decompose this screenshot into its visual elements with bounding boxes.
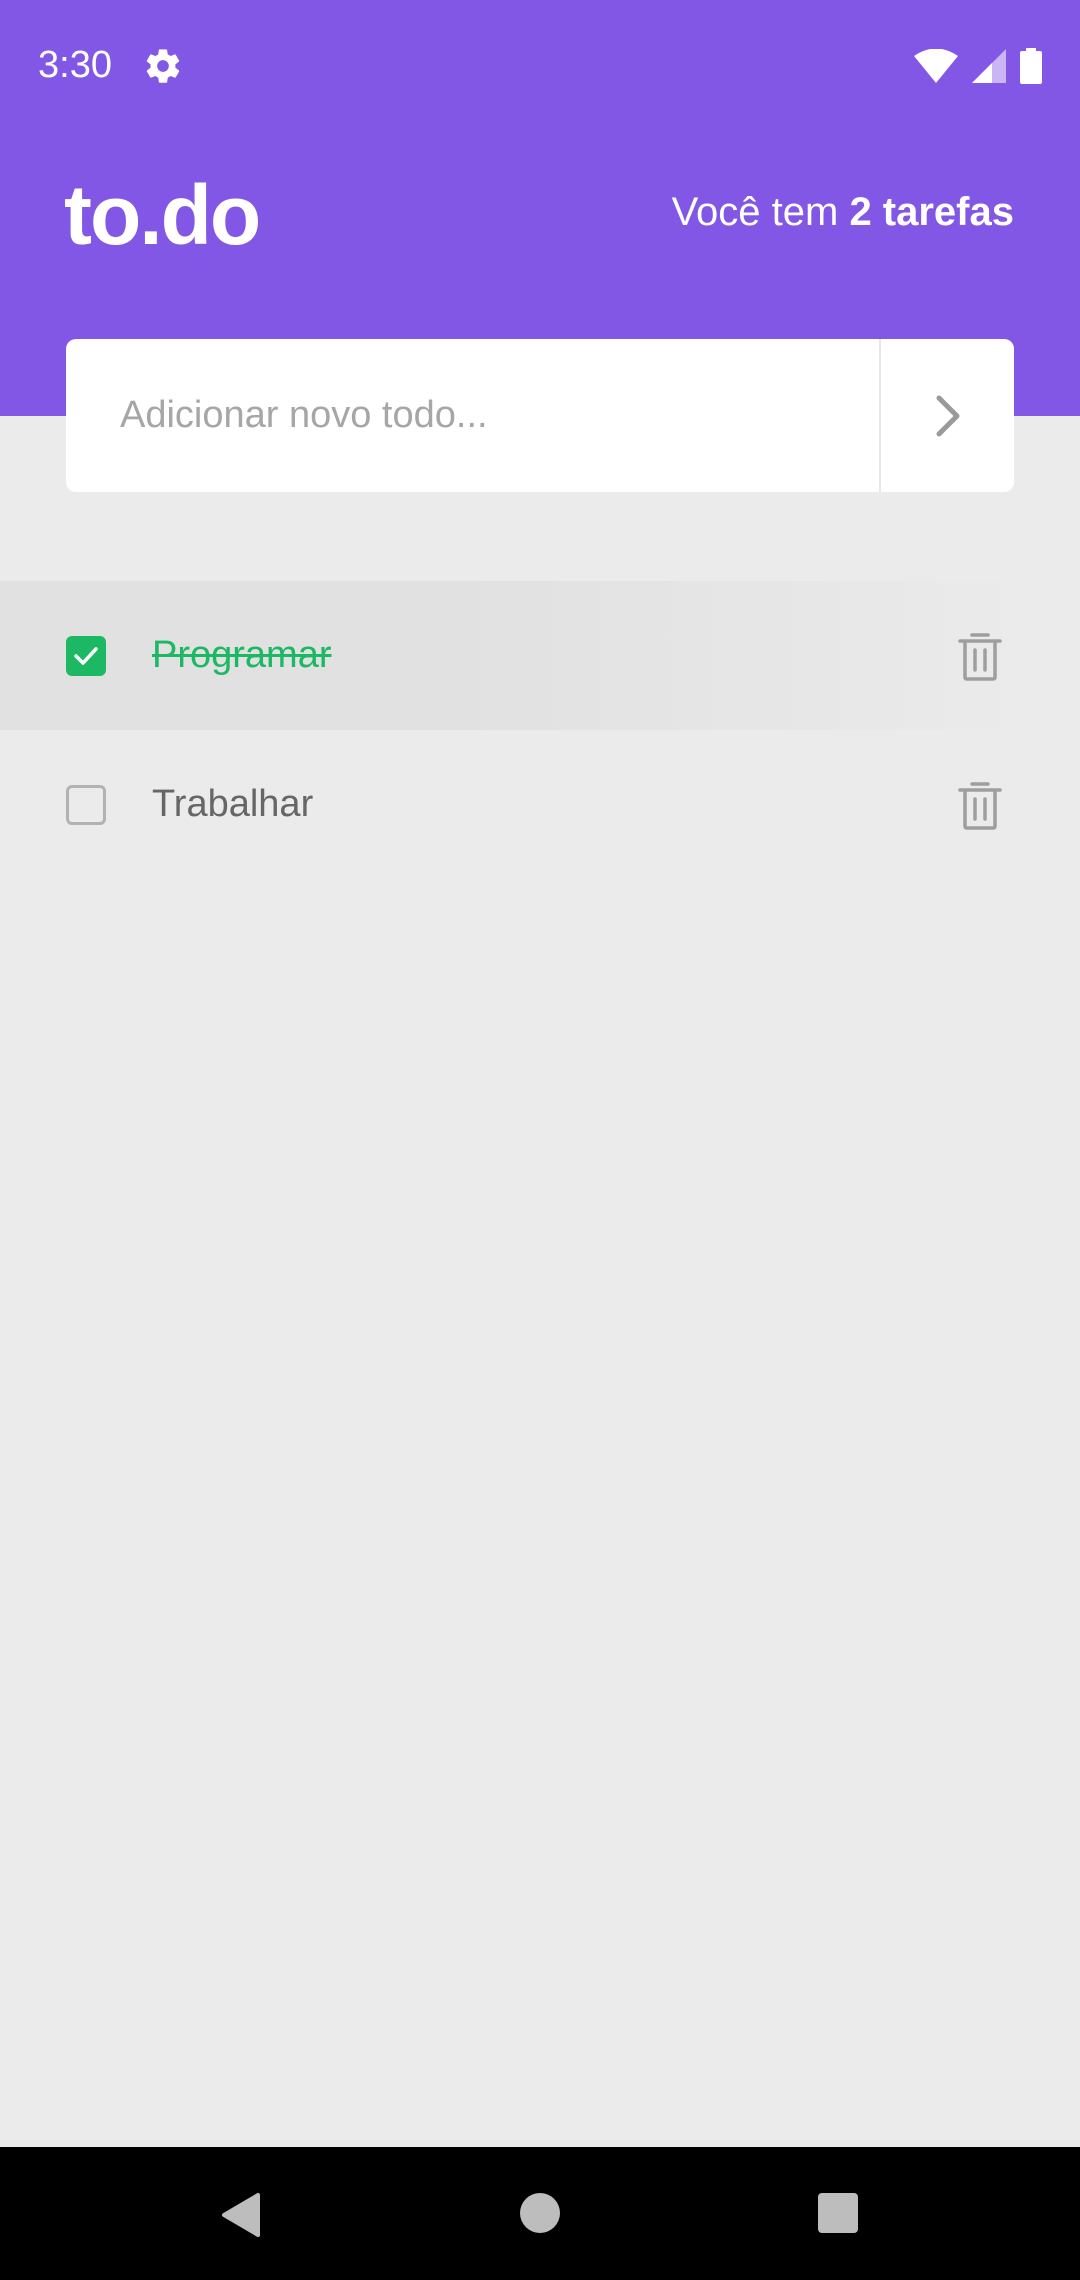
task-row[interactable]: Trabalhar (0, 730, 1024, 879)
status-time: 3:30 (38, 44, 112, 86)
wifi-icon (914, 49, 958, 83)
task-counter-value: 2 tarefas (849, 190, 1014, 234)
add-todo-button[interactable] (879, 339, 1014, 492)
task-counter: Você tem 2 tarefas (672, 190, 1014, 235)
status-bar: 3:30 (0, 0, 1080, 136)
task-checkbox-checked[interactable] (66, 635, 106, 676)
gear-icon (146, 49, 180, 83)
navigation-bar (0, 2147, 1080, 2280)
task-label: Programar (152, 634, 332, 676)
back-icon[interactable] (218, 2191, 262, 2239)
new-todo-form (66, 339, 1014, 492)
signal-icon (972, 49, 1006, 83)
app-logo: to.do (64, 168, 261, 262)
battery-icon (1020, 48, 1042, 84)
checkmark-icon (74, 646, 98, 665)
chevron-right-icon (936, 395, 959, 436)
task-counter-prefix: Você tem (671, 190, 850, 234)
system-icons (914, 46, 1042, 86)
task-row[interactable]: Programar (0, 581, 1024, 730)
recents-icon[interactable] (818, 2193, 858, 2233)
task-checkbox[interactable] (66, 784, 106, 825)
home-icon[interactable] (520, 2193, 560, 2233)
task-label: Trabalhar (152, 783, 314, 825)
new-todo-input[interactable] (66, 339, 879, 492)
trash-icon[interactable] (956, 630, 1004, 682)
trash-icon[interactable] (956, 779, 1004, 831)
